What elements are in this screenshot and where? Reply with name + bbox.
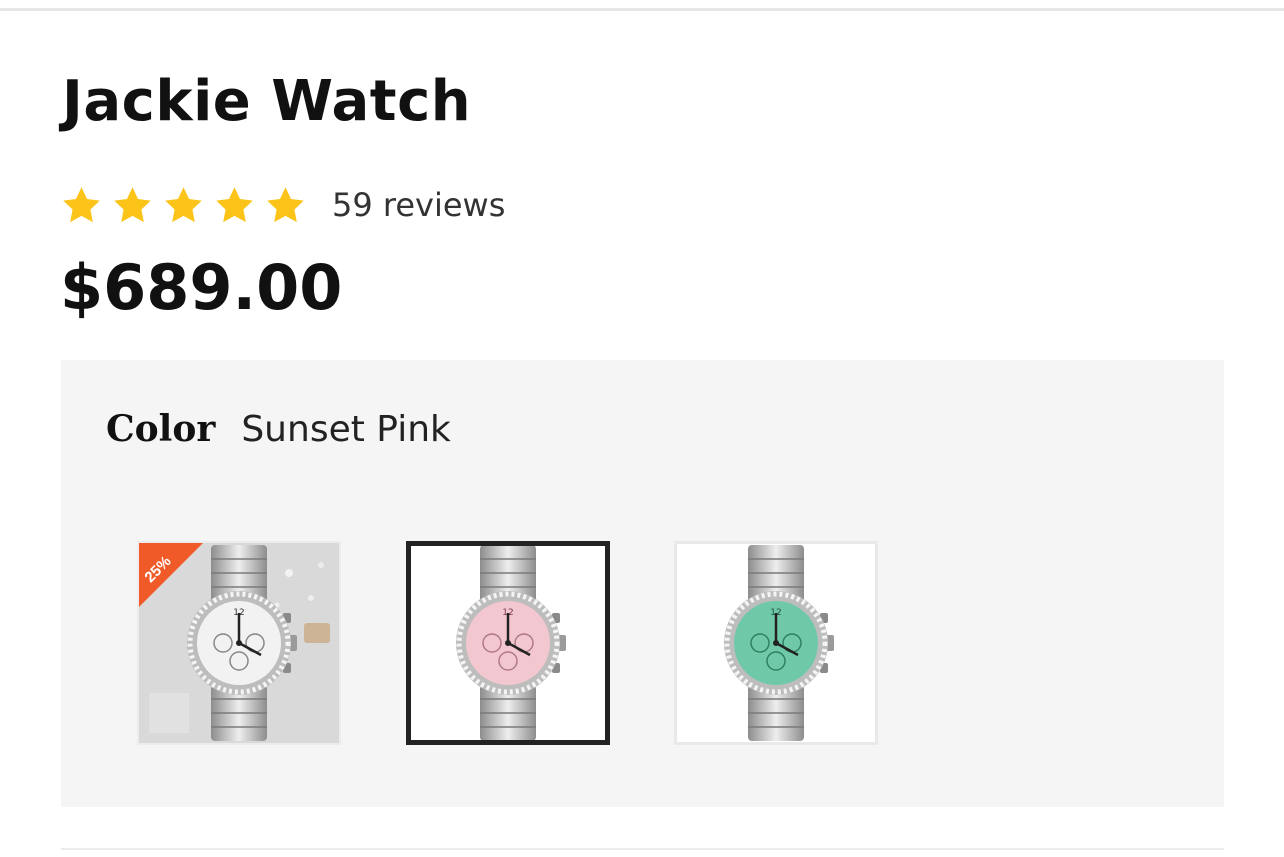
color-swatch-mint[interactable]: 12 <box>674 541 878 745</box>
color-option-label: Color <box>106 408 216 450</box>
variant-selector: Color Sunset Pink 25% <box>61 360 1224 807</box>
color-swatch-sunset-pink[interactable]: 12 <box>406 541 610 745</box>
color-swatch-white[interactable]: 12 25% <box>137 541 341 745</box>
top-divider <box>0 8 1284 11</box>
star-rating <box>60 184 315 227</box>
selected-color-value: Sunset Pink <box>241 409 451 450</box>
star-icon <box>60 184 103 227</box>
star-icon <box>213 184 256 227</box>
star-icon <box>111 184 154 227</box>
rating-row[interactable]: 59 reviews <box>60 178 505 232</box>
star-icon <box>162 184 205 227</box>
section-divider <box>61 848 1224 850</box>
watch-image-sunset-pink: 12 <box>456 546 566 740</box>
watch-image-mint: 12 <box>724 545 834 741</box>
reviews-link[interactable]: 59 reviews <box>332 178 505 232</box>
sale-badge: 25% <box>139 543 209 613</box>
product-price: $689.00 <box>60 251 343 324</box>
color-option-row: Color Sunset Pink <box>106 408 451 450</box>
star-icon <box>264 184 307 227</box>
product-title: Jackie Watch <box>62 69 472 134</box>
